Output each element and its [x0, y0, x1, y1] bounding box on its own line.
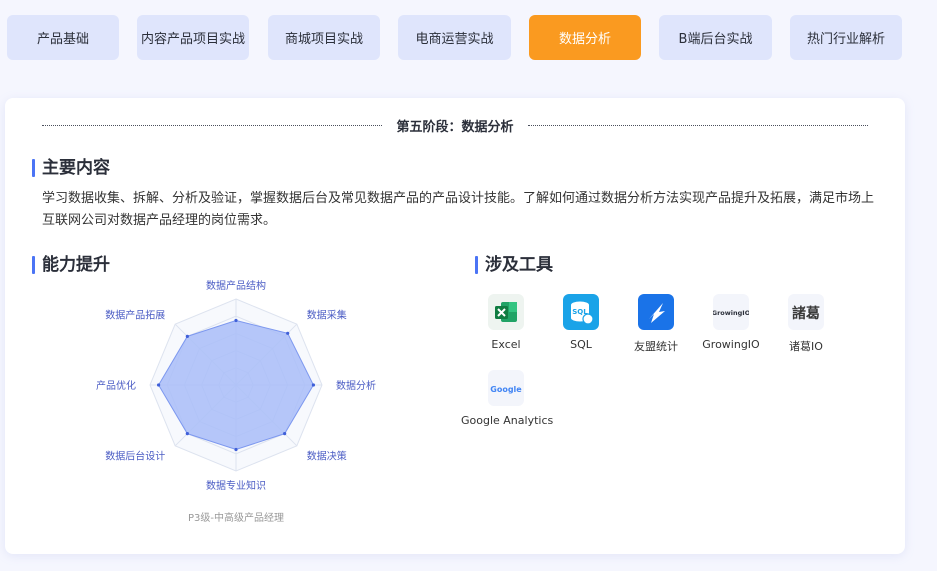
radar-label: 数据决策: [307, 450, 347, 463]
google-icon-text: Google: [490, 385, 522, 394]
tool-zhuge: 諸葛 诸葛IO: [761, 294, 851, 354]
radar-point: [234, 447, 238, 452]
radar-label: 数据专业知识: [206, 479, 266, 492]
tab-industry-analysis[interactable]: 热门行业解析: [790, 15, 902, 60]
tools-heading: 涉及工具: [475, 255, 553, 275]
growingio-icon-text: GrowingIO: [713, 309, 749, 317]
growingio-icon: GrowingIO: [713, 294, 749, 330]
radar-point: [283, 432, 287, 436]
tab-content-product[interactable]: 内容产品项目实战: [137, 15, 249, 60]
radar-label: 数据后台设计: [105, 450, 165, 463]
radar-point: [234, 318, 238, 323]
radar-label: 数据产品结构: [206, 279, 266, 292]
radar-point: [185, 334, 189, 338]
tab-mall-project[interactable]: 商城项目实战: [268, 15, 380, 60]
content-card: 第五阶段：数据分析 主要内容 学习数据收集、拆解、分析及验证，掌握数据后台及常见…: [5, 98, 905, 554]
ability-heading: 能力提升: [32, 255, 110, 275]
radar-label: 数据产品拓展: [105, 308, 165, 321]
tool-label: Google Analytics: [461, 414, 554, 427]
sql-icon: SQL: [563, 294, 599, 330]
tab-b-backend[interactable]: B端后台实战: [659, 15, 772, 60]
tab-data-analysis[interactable]: 数据分析: [529, 15, 641, 60]
zhuge-icon: 諸葛: [788, 294, 824, 330]
tab-product-basics[interactable]: 产品基础: [7, 15, 119, 60]
radar-point: [311, 383, 315, 387]
excel-icon: [488, 294, 524, 330]
tab-ecommerce-ops[interactable]: 电商运营实战: [398, 15, 511, 60]
radar-point: [286, 331, 290, 335]
tool-google-analytics: Google Google Analytics: [461, 370, 554, 427]
ability-radar-chart: 数据产品结构数据采集数据分析数据决策数据专业知识 数据后台设计 产品优化 数据产品拓展…: [96, 279, 376, 524]
radar-label: 产品优化: [96, 379, 136, 392]
radar-label: 数据采集: [307, 308, 347, 321]
main-content-heading: 主要内容: [32, 158, 110, 178]
radar-point: [157, 383, 161, 387]
stage-title: 第五阶段：数据分析: [396, 120, 514, 135]
radar-label: 数据分析: [336, 379, 376, 392]
radar-point: [185, 432, 189, 436]
google-icon: Google: [488, 370, 524, 406]
zhuge-icon-text: 諸葛: [792, 305, 820, 322]
radar-caption: P3级-中高级产品经理: [188, 511, 284, 524]
main-content-description: 学习数据收集、拆解、分析及验证，掌握数据后台及常见数据产品的产品设计技能。了解如…: [42, 191, 875, 228]
umeng-icon: [638, 294, 674, 330]
tool-label: 诸葛IO: [789, 340, 823, 353]
